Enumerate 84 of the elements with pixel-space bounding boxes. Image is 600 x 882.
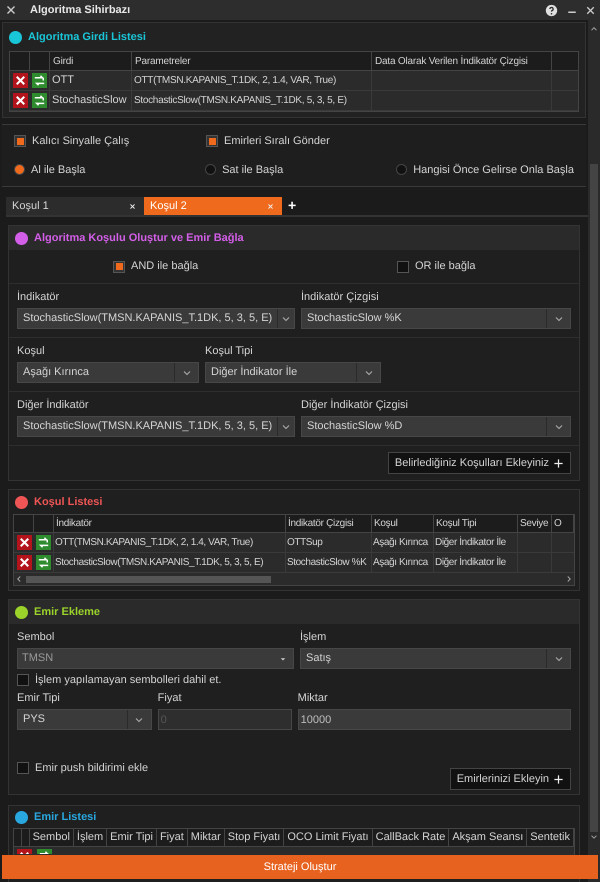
section-title: Koşul Listesi <box>34 494 102 510</box>
table-cell: StochasticSlow(TMSN.KAPANIS_T.1DK, 5, 3, 5, E) <box>54 553 286 572</box>
column-header: Seviye <box>518 515 552 532</box>
dropdown[interactable]: Diğer İndikator İle <box>205 362 381 383</box>
column-header: Parametreler <box>132 52 372 70</box>
field-label: Fiyat <box>158 691 183 706</box>
column-header: Stop Fiyatı <box>224 829 284 846</box>
table-cell: Diğer İndikator İle <box>434 553 518 572</box>
column-header: OCO Limit Fiyatı <box>284 829 373 846</box>
symbol-combobox[interactable]: TMSN <box>17 648 294 669</box>
dropdown[interactable]: StochasticSlow %K <box>301 308 571 329</box>
section-title: Algoritma Koşulu Oluştur ve Emir Bağla <box>34 230 244 246</box>
radio-button[interactable]: Hangisi Önce Gelirse Onla Başla <box>396 162 574 178</box>
scrollbar-thumb[interactable] <box>26 576 271 582</box>
column-header: Fiyat <box>156 829 188 846</box>
checkbox-label: AND ile bağla <box>131 259 198 274</box>
add-orders-button[interactable]: Emirlerinizi Ekleyin <box>450 768 571 790</box>
checkbox-label: İşlem yapılamayan sembolleri dahil et. <box>35 672 222 688</box>
field-label: Emir Tipi <box>17 691 61 706</box>
column-header: Sembol <box>30 829 74 846</box>
field-label: Sembol <box>17 630 56 644</box>
dropdown[interactable]: StochasticSlow(TMSN.KAPANIS_T.1DK, 5, 3, 5, E) <box>17 308 295 329</box>
column-header: Koşul Tipi <box>434 515 518 532</box>
checkbox-label: Emirleri Sıralı Gönder <box>224 134 330 149</box>
column-header: Sentetik <box>527 829 574 846</box>
scrollbar[interactable] <box>588 20 600 882</box>
column-header: Miktar <box>188 829 225 846</box>
dropdown[interactable]: StochasticSlow %D <box>301 416 571 437</box>
checkbox[interactable] <box>17 674 29 686</box>
field-label: İndikatör Çizgisi <box>301 290 380 304</box>
checkbox-label: OR ile bağla <box>415 259 476 274</box>
column-header: Data Olarak Verilen İndikatör Çizgisi <box>372 52 552 70</box>
table-cell: OTTSup <box>286 533 372 552</box>
radio-button[interactable]: Al ile Başla <box>14 162 206 178</box>
dropdown[interactable]: Aşağı Kırınca <box>17 362 199 383</box>
dropdown[interactable]: StochasticSlow(TMSN.KAPANIS_T.1DK, 5, 3, 5, E) <box>17 416 295 437</box>
field-label: Koşul <box>17 344 46 358</box>
column-header: Akşam Seansı <box>449 829 528 846</box>
column-header: Emir Tipi <box>107 829 157 846</box>
horizontal-scrollbar[interactable] <box>14 573 574 585</box>
section-title: Algoritma Girdi Listesi <box>28 30 146 45</box>
radio-button[interactable]: Sat ile Başla <box>205 162 396 178</box>
table-cell: OTT <box>50 71 132 90</box>
column-header: İşlem <box>74 829 108 846</box>
section-title: Emir Ekleme <box>34 604 100 620</box>
plus-icon <box>553 774 564 784</box>
field-label: İndikatör <box>17 290 60 304</box>
column-header: İndikatör Çizgisi <box>286 515 372 532</box>
table-cell: StochasticSlow %K <box>286 553 372 572</box>
tab[interactable]: Koşul 1 <box>6 197 144 215</box>
field-label: Miktar <box>298 691 329 706</box>
column-header: Girdi <box>50 52 132 70</box>
checkbox[interactable] <box>113 260 125 272</box>
dropdown[interactable]: Satış <box>300 648 571 669</box>
column-header: O <box>552 515 574 532</box>
table-cell: Aşağı Kırınca <box>372 553 434 572</box>
scrollbar-thumb[interactable] <box>590 164 598 832</box>
field-label: Koşul Tipi <box>205 344 254 358</box>
quantity-field[interactable]: 10000 <box>298 709 571 730</box>
checkbox[interactable] <box>206 135 218 148</box>
checkbox-label: Kalıcı Sinyalle Çalış <box>32 134 130 149</box>
column-header: Koşul <box>372 515 434 532</box>
field-label: İşlem <box>300 630 328 644</box>
add-conditions-button[interactable]: Belirlediğiniz Koşulları Ekleyiniz <box>388 452 571 474</box>
table-cell: Aşağı Kırınca <box>372 533 434 552</box>
column-header: CallBack Rate <box>372 829 450 846</box>
window-title: Algoritma Sihirbazı <box>30 2 132 18</box>
table-cell: Diğer İndikator İle <box>434 533 518 552</box>
checkbox[interactable] <box>397 260 409 272</box>
help-icon[interactable] <box>545 4 558 16</box>
section-title: Emir Listesi <box>34 810 96 825</box>
add-tab-button[interactable]: + <box>288 198 296 212</box>
plus-icon <box>553 458 564 468</box>
field-label: Diğer İndikatör Çizgisi <box>301 398 409 412</box>
table-cell: OTT(TMSN.KAPANIS_T.1DK, 2, 1.4, VAR, True) <box>132 71 372 90</box>
dropdown[interactable]: PYS <box>17 709 152 730</box>
table-cell: OTT(TMSN.KAPANIS_T.1DK, 2, 1.4, VAR, True) <box>54 533 286 552</box>
checkbox[interactable] <box>14 135 26 148</box>
field-label: Diğer İndikatör <box>17 398 90 412</box>
table-cell: StochasticSlow(TMSN.KAPANIS_T.1DK, 5, 3, 5, E) <box>132 91 372 110</box>
column-header: İndikatör <box>54 515 286 532</box>
checkbox-label: Emir push bildirimi ekle <box>35 760 148 776</box>
table-cell: StochasticSlow <box>50 91 132 110</box>
checkbox[interactable] <box>17 762 29 774</box>
